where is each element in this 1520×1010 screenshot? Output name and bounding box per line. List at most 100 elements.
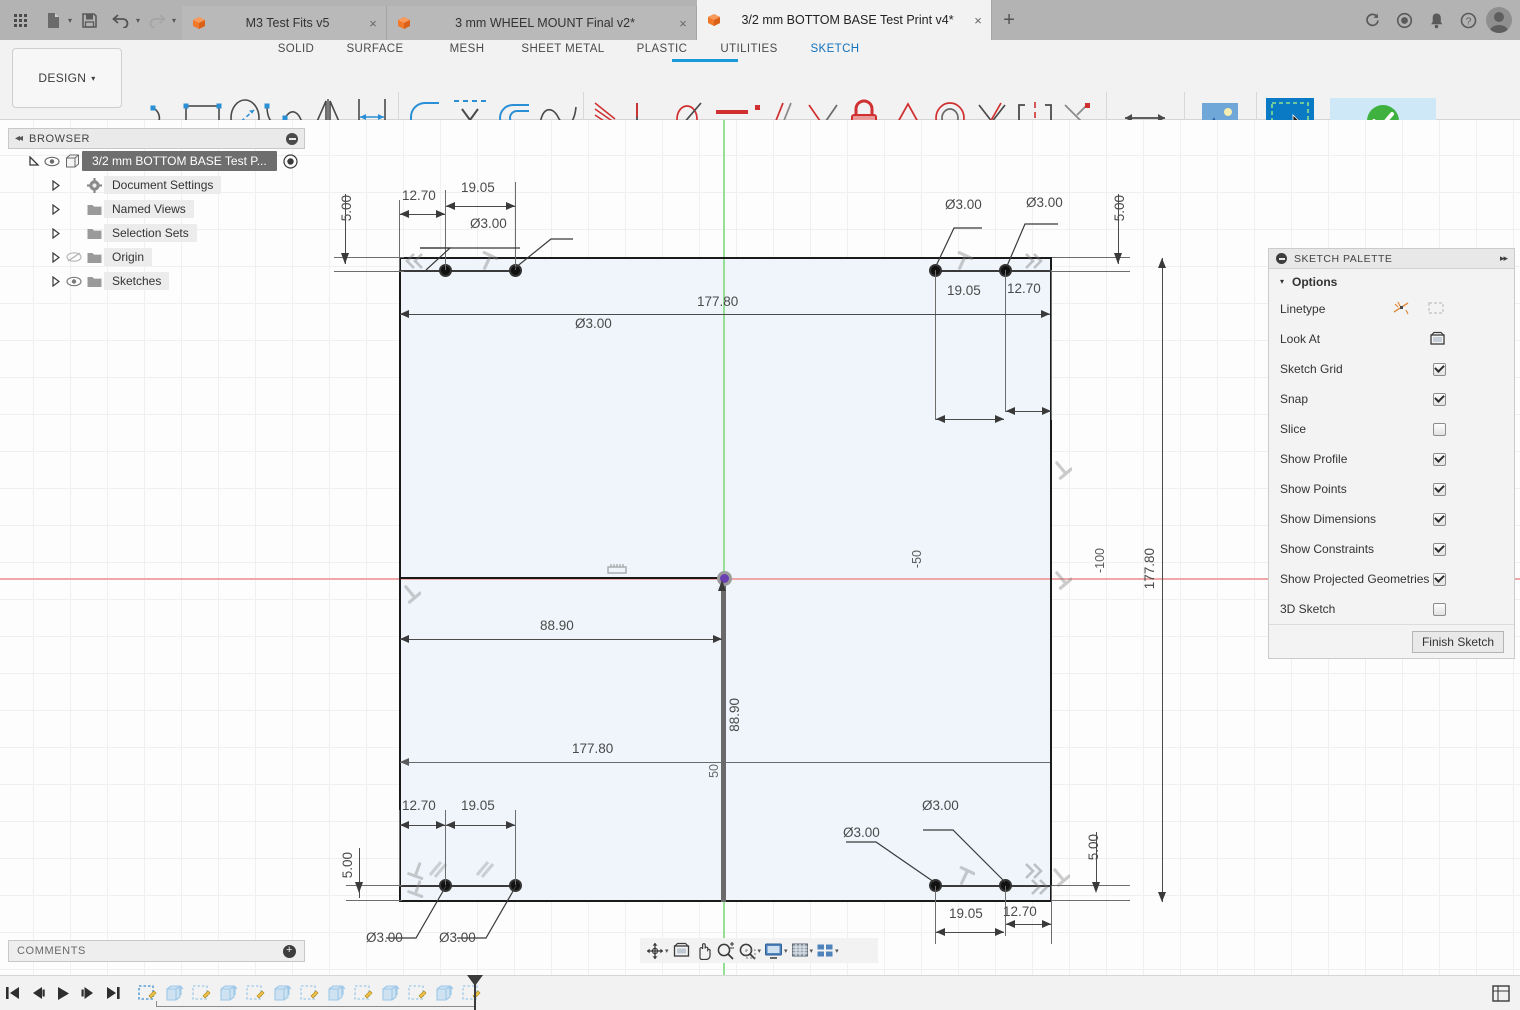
palette-row-show-dimensions[interactable]: Show Dimensions — [1269, 504, 1514, 534]
ribbon-tab-utilities[interactable]: UTILITIES — [710, 43, 788, 55]
expand-triangle-icon[interactable] — [48, 177, 64, 193]
component-activate-radio[interactable] — [283, 153, 298, 169]
document-tab-0[interactable]: M3 Test Fits v5 × — [182, 6, 388, 40]
zoom-window-caret-icon[interactable]: ▾ — [758, 947, 762, 955]
display-settings-caret-icon[interactable]: ▾ — [784, 947, 788, 955]
browser-collapse-icon[interactable]: ◂◂ — [15, 133, 23, 144]
new-tab-button[interactable]: + — [992, 0, 1027, 40]
orbit-caret-icon[interactable]: ▾ — [665, 947, 669, 955]
visibility-eye-icon[interactable] — [64, 251, 84, 263]
constraint-icon-br-c[interactable] — [1028, 878, 1050, 899]
document-tab-close-icon[interactable]: × — [364, 16, 382, 31]
dim-19-05-br-line[interactable] — [936, 932, 1004, 933]
recent-icon[interactable] — [1390, 6, 1418, 34]
palette-row-show-points[interactable]: Show Points — [1269, 474, 1514, 504]
checkbox-show-points[interactable] — [1433, 482, 1446, 496]
timeline-marker[interactable] — [467, 975, 483, 1010]
zoom-window-icon[interactable]: ▾ — [738, 942, 762, 960]
document-tab-2[interactable]: 3/2 mm BOTTOM BASE Test Print v4* × — [697, 0, 993, 40]
grid-snaps-icon[interactable]: ▾ — [791, 942, 814, 960]
finish-sketch-button[interactable]: Finish Sketch — [1411, 630, 1504, 653]
dia-label-tr-2[interactable]: Ø3.00 — [1026, 195, 1063, 210]
midline-vertical[interactable] — [721, 577, 726, 902]
linetype-construction-icon[interactable] — [1392, 300, 1412, 319]
viewports-icon[interactable]: ▾ — [816, 942, 839, 960]
dia-label-bl-2[interactable]: Ø3.00 — [439, 930, 476, 945]
dia-label-tl-1[interactable]: Ø3.00 — [470, 216, 507, 231]
dim-12-70-bl-text[interactable]: 12.70 — [402, 798, 436, 813]
dim-177-right-line[interactable] — [1162, 258, 1163, 902]
sketch-palette-header[interactable]: SKETCH PALETTE ▸▸ — [1269, 249, 1514, 269]
visibility-eye-icon[interactable] — [64, 276, 84, 287]
palette-row-look-at[interactable]: Look At — [1269, 324, 1514, 354]
undo-icon[interactable] — [106, 5, 136, 35]
expand-triangle-icon[interactable] — [48, 225, 64, 241]
checkbox-show-dimensions[interactable] — [1433, 512, 1446, 526]
palette-row-linetype[interactable]: Linetype — [1269, 294, 1514, 324]
orbit-icon[interactable]: ▾ — [646, 942, 669, 960]
checkbox-slice[interactable] — [1433, 422, 1446, 436]
timeline-first-button[interactable] — [0, 976, 25, 1010]
palette-row-show-projected-geometries[interactable]: Show Projected Geometries — [1269, 564, 1514, 594]
checkbox-snap[interactable] — [1433, 392, 1446, 406]
dia-leader-tl-2[interactable] — [514, 218, 635, 276]
dia-label-tr-1[interactable]: Ø3.00 — [945, 197, 982, 212]
timeline-play-button[interactable] — [50, 976, 75, 1010]
dia-label-br-2[interactable]: Ø3.00 — [922, 798, 959, 813]
dim-19-05-bl-line[interactable] — [446, 825, 515, 826]
linetype-centerline-icon[interactable] — [1426, 300, 1446, 319]
checkbox-sketch-grid[interactable] — [1433, 362, 1446, 376]
notifications-bell-icon[interactable] — [1422, 6, 1450, 34]
ribbon-tab-plastic[interactable]: PLASTIC — [620, 43, 704, 55]
visibility-eye-icon[interactable] — [42, 156, 62, 167]
zoom-icon[interactable] — [716, 941, 735, 960]
viewports-caret-icon[interactable]: ▾ — [835, 947, 839, 955]
dim-19-05-tr-text[interactable]: 19.05 — [947, 283, 981, 298]
profile-edge-left[interactable] — [399, 257, 401, 902]
help-icon[interactable]: ? — [1454, 6, 1482, 34]
look-at-icon[interactable] — [672, 942, 691, 960]
palette-row-snap[interactable]: Snap — [1269, 384, 1514, 414]
palette-options-header[interactable]: ▾ Options — [1269, 269, 1514, 294]
undo-caret-icon[interactable]: ▾ — [136, 16, 140, 25]
comments-panel[interactable]: COMMENTS + — [8, 940, 305, 962]
dia-leader-br-2[interactable] — [915, 808, 1025, 891]
constraint-icon-left-mid[interactable] — [401, 582, 422, 607]
ribbon-tab-surface[interactable]: SURFACE — [330, 43, 420, 55]
dia-leader-bl-2[interactable] — [443, 885, 553, 959]
browser-header[interactable]: ◂◂ BROWSER — [8, 128, 305, 149]
grid-snaps-caret-icon[interactable]: ▾ — [810, 947, 814, 955]
new-file-caret-icon[interactable]: ▾ — [68, 16, 72, 25]
dim-177-right-text[interactable]: 177.80 — [1142, 548, 1157, 589]
dim-12-70-tl-text[interactable]: 12.70 — [402, 188, 436, 203]
dia-leader-tr-2[interactable] — [1003, 210, 1073, 273]
dim-88-h-text[interactable]: 88.90 — [540, 618, 574, 633]
dim-88-h-line[interactable] — [400, 639, 722, 640]
dia-label-bl-1[interactable]: Ø3.00 — [366, 930, 403, 945]
dia-leader-tr-1[interactable] — [930, 210, 990, 273]
app-grid-icon[interactable] — [6, 5, 36, 35]
expand-triangle-icon[interactable] — [26, 153, 42, 169]
constraint-icon-br-d[interactable] — [1050, 865, 1071, 890]
palette-row-3d-sketch[interactable]: 3D Sketch — [1269, 594, 1514, 624]
dim-5-br-text[interactable]: 5.00 — [1086, 834, 1101, 860]
ribbon-tab-mesh[interactable]: MESH — [430, 43, 504, 55]
look-at-icon[interactable] — [1429, 331, 1446, 347]
refresh-icon[interactable] — [1358, 6, 1386, 34]
palette-row-slice[interactable]: Slice — [1269, 414, 1514, 444]
browser-minimize-icon[interactable] — [286, 132, 298, 145]
timeline-settings[interactable] — [1492, 984, 1520, 1002]
document-tab-1[interactable]: 3 mm WHEEL MOUNT Final v2* × — [387, 6, 698, 40]
dia-label-tl-2[interactable]: Ø3.00 — [575, 316, 612, 331]
checkbox-show-profile[interactable] — [1433, 452, 1446, 466]
constraint-icon-right-upper[interactable] — [1052, 458, 1073, 483]
expand-triangle-icon[interactable] — [48, 273, 64, 289]
browser-item-sketches[interactable]: Sketches — [8, 269, 305, 293]
ribbon-tab-sketch[interactable]: SKETCH — [802, 43, 868, 55]
timeline-next-button[interactable] — [75, 976, 100, 1010]
dim-5-bl-text[interactable]: 5.00 — [340, 852, 355, 878]
dim-12-70-br-text[interactable]: 12.70 — [1003, 904, 1037, 919]
timeline-last-button[interactable] — [100, 976, 125, 1010]
ribbon-tab-sheet-metal[interactable]: SHEET METAL — [510, 43, 616, 55]
checkbox-show-projected-geometries[interactable] — [1433, 572, 1446, 586]
